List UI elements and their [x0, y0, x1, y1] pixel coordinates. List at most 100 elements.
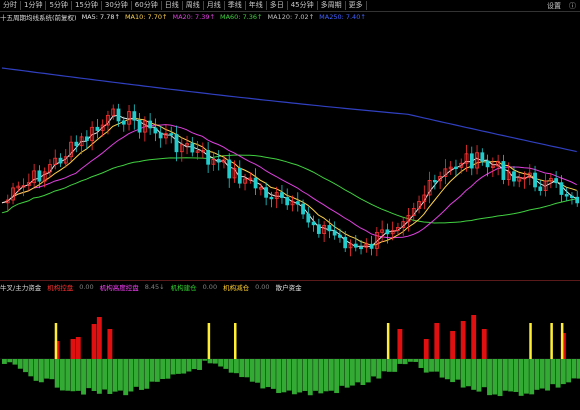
period-tab-14[interactable]: 更多	[346, 1, 367, 10]
period-toolbar: 分时 1分钟 5分钟 15分钟 30分钟 60分钟 日线 周线 月线 季线 年线 多日 45分钟 多周期更…	[0, 0, 580, 12]
ma60-line	[1, 154, 577, 224]
candle-body	[575, 196, 580, 204]
period-tab-11[interactable]: 多日	[267, 1, 288, 10]
period-tab-8[interactable]: 月线	[204, 1, 225, 10]
green-bar	[160, 359, 166, 380]
period-tab-5[interactable]: 60分钟	[132, 1, 162, 10]
green-bar	[38, 359, 44, 383]
period-tab-9[interactable]: 季线	[225, 1, 246, 10]
red-bar	[423, 339, 429, 359]
green-bar	[207, 359, 213, 364]
period-tab-2[interactable]: 5分钟	[46, 1, 72, 10]
ind-label-8: 0.00	[255, 283, 270, 291]
green-bar	[265, 359, 271, 388]
ma-legend-bar: 十五周期均线系统(前复权) MA5: 7.78↑ MA10: 7.70↑ MA2…	[0, 12, 371, 22]
green-bar	[476, 359, 482, 392]
green-bar	[297, 359, 303, 393]
indicator-chart[interactable]	[0, 295, 580, 410]
green-bar	[60, 359, 65, 391]
green-bar	[44, 359, 50, 379]
period-tab-10[interactable]: 年线	[246, 1, 267, 10]
candle-body	[269, 196, 274, 200]
period-tab-4[interactable]: 30分钟	[102, 1, 132, 10]
panel-divider	[0, 280, 580, 281]
ind-label-3: 机构高度控盘	[99, 284, 139, 292]
candle-body	[338, 234, 342, 238]
candle-body	[253, 177, 258, 189]
green-bar	[228, 359, 234, 373]
green-bar	[191, 359, 197, 370]
candle-body	[469, 153, 474, 169]
green-bar	[355, 359, 361, 383]
green-bar	[566, 359, 572, 383]
green-bar	[176, 359, 181, 374]
green-bar	[2, 359, 7, 364]
red-bar	[397, 329, 403, 359]
green-bar	[455, 359, 461, 380]
green-bar	[102, 359, 108, 390]
candle-body	[264, 187, 269, 198]
green-bar	[344, 359, 350, 388]
period-tab-6[interactable]: 日线	[162, 1, 183, 10]
green-bar	[492, 359, 498, 395]
ind-label-7: 机构减仓	[223, 284, 250, 292]
green-bar	[118, 359, 123, 391]
green-bar	[539, 359, 545, 389]
green-bar	[181, 359, 187, 374]
green-bar	[408, 359, 413, 362]
candle-body	[311, 221, 316, 226]
yellow-bar	[386, 323, 390, 359]
green-bar	[197, 359, 202, 370]
toolbar-right-0[interactable]: 设置	[543, 1, 565, 11]
green-bar	[202, 359, 208, 361]
green-bar	[534, 359, 540, 390]
candle-body	[432, 180, 437, 183]
green-bar	[7, 359, 13, 363]
green-bar	[381, 359, 387, 372]
red-bar	[70, 339, 76, 359]
candle-body	[295, 201, 300, 205]
green-bar	[186, 359, 192, 372]
toolbar-right-1[interactable]: ⓘ	[565, 1, 580, 11]
indicator-title: 牛叉/主力资金	[0, 284, 42, 292]
period-tab-13[interactable]: 多周期	[318, 1, 346, 10]
ma20-line	[1, 124, 577, 239]
period-tab-3[interactable]: 15分钟	[72, 1, 102, 10]
period-tab-1[interactable]: 1分钟	[21, 1, 47, 10]
period-tab-12[interactable]: 45分钟	[288, 1, 318, 10]
green-bar	[397, 359, 403, 364]
green-bar	[270, 359, 276, 389]
ma5-line	[1, 114, 577, 248]
green-bar	[133, 359, 139, 387]
candle-body	[359, 246, 363, 250]
period-tab-0[interactable]: 分时	[0, 1, 21, 10]
green-bar	[218, 359, 224, 367]
green-bar	[339, 359, 345, 386]
candle-body	[554, 178, 559, 184]
green-bar	[23, 359, 28, 373]
candle-body	[84, 136, 89, 142]
green-bar	[70, 359, 76, 392]
candle-body	[95, 126, 100, 131]
green-bar	[508, 359, 514, 392]
green-bar	[365, 359, 371, 383]
green-bar	[107, 359, 113, 394]
green-bar	[513, 359, 519, 392]
candle-body	[570, 195, 574, 199]
red-bar	[434, 323, 440, 359]
green-bar	[223, 359, 229, 369]
green-bar	[497, 359, 503, 397]
green-bar	[418, 359, 424, 368]
candlestick-chart[interactable]	[0, 23, 580, 278]
candle-body	[306, 213, 311, 223]
candle-body	[353, 243, 358, 248]
green-bar	[328, 359, 334, 391]
green-bar	[54, 359, 60, 388]
green-bar	[376, 359, 382, 379]
candle-body	[121, 120, 126, 125]
candle-body	[480, 152, 485, 162]
green-bar	[96, 359, 102, 394]
candle-body	[74, 141, 79, 147]
period-tab-7[interactable]: 周线	[183, 1, 204, 10]
green-bar	[75, 359, 81, 391]
